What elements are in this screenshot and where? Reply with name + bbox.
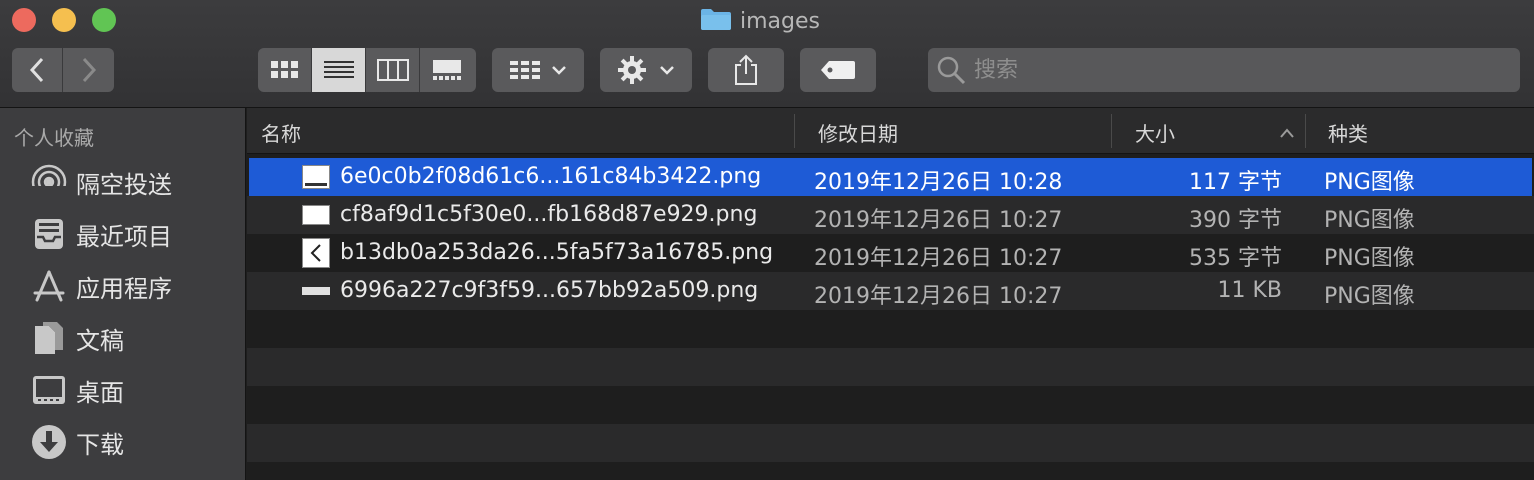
sidebar-item-documents[interactable]: 文稿 [30, 316, 124, 360]
sidebar-item-airdrop[interactable]: 隔空投送 [30, 160, 172, 204]
search-icon [937, 56, 966, 85]
forward-button[interactable] [63, 48, 114, 92]
zoom-window-button[interactable] [92, 8, 116, 32]
recents-icon [30, 215, 68, 253]
gallery-icon [433, 60, 461, 80]
file-kind: PNG图像 [1324, 170, 1415, 195]
empty-row [247, 462, 1534, 480]
file-date: 2019年12月26日 10:28 [814, 170, 1063, 195]
file-size: 11 KB [1217, 278, 1282, 303]
table-row[interactable]: cf8af9d1c5f30e0...fb168d87e929.png 2019年… [247, 196, 1534, 234]
png-file-icon [302, 165, 330, 189]
file-name: b13db0a253da26...5fa5f73a16785.png [340, 240, 774, 265]
sidebar-item-label: 应用程序 [76, 274, 172, 303]
sidebar-heading-favorites: 个人收藏 [14, 126, 94, 150]
sidebar-item-label: 下载 [76, 430, 124, 459]
empty-row [247, 348, 1534, 386]
file-date: 2019年12月26日 10:27 [814, 246, 1063, 271]
window-toolbar: images [0, 0, 1534, 108]
column-header-date[interactable]: 修改日期 [818, 118, 898, 147]
sidebar-item-label: 最近项目 [76, 222, 172, 251]
tags-button[interactable] [800, 48, 876, 92]
applications-icon [30, 267, 68, 305]
file-size: 390 字节 [1189, 208, 1282, 233]
gear-icon [618, 56, 646, 84]
file-kind: PNG图像 [1324, 208, 1415, 233]
png-file-icon [302, 287, 330, 295]
png-file-icon [302, 238, 330, 268]
file-name: 6e0c0b2f08d61c6...161c84b3422.png [340, 164, 762, 189]
sort-ascending-icon [1279, 124, 1295, 143]
empty-row [247, 424, 1534, 462]
search-input[interactable] [974, 57, 1494, 83]
file-kind: PNG图像 [1324, 284, 1415, 309]
gallery-view-button[interactable] [420, 48, 474, 92]
sidebar-item-downloads[interactable]: 下载 [30, 420, 124, 464]
chevron-down-icon [660, 66, 674, 75]
close-window-button[interactable] [12, 8, 36, 32]
column-divider[interactable] [1111, 114, 1112, 148]
column-divider[interactable] [794, 114, 795, 148]
empty-row [247, 386, 1534, 424]
sidebar-item-label: 文稿 [76, 326, 124, 355]
table-row[interactable]: 6996a227c9f3f59...657bb92a509.png 2019年1… [247, 272, 1534, 310]
back-button[interactable] [12, 48, 63, 92]
action-menu-button[interactable] [600, 48, 692, 92]
chevron-right-icon [82, 57, 96, 83]
downloads-icon [30, 423, 68, 461]
column-header: 名称 修改日期 大小 种类 [247, 108, 1534, 154]
file-size: 535 字节 [1189, 246, 1282, 271]
file-size: 117 字节 [1189, 170, 1282, 195]
grid-icon [270, 61, 298, 78]
view-mode-control [258, 48, 476, 92]
chevron-down-icon [552, 66, 566, 75]
search-field[interactable] [928, 48, 1520, 92]
share-icon [735, 54, 757, 85]
folder-icon [700, 7, 732, 35]
table-row[interactable]: 6e0c0b2f08d61c6...161c84b3422.png 2019年1… [249, 158, 1532, 196]
table-row[interactable]: b13db0a253da26...5fa5f73a16785.png 2019年… [247, 234, 1534, 272]
sidebar-item-applications[interactable]: 应用程序 [30, 264, 172, 308]
column-header-name[interactable]: 名称 [261, 118, 301, 147]
column-header-size[interactable]: 大小 [1135, 118, 1175, 147]
list-icon [323, 61, 354, 78]
documents-icon [30, 319, 68, 357]
share-button[interactable] [708, 48, 784, 92]
file-name: 6996a227c9f3f59...657bb92a509.png [340, 278, 759, 303]
group-by-button[interactable] [492, 48, 584, 92]
file-date: 2019年12月26日 10:27 [814, 208, 1063, 233]
png-file-icon [302, 205, 330, 225]
icon-view-button[interactable] [258, 48, 312, 92]
minimize-window-button[interactable] [52, 8, 76, 32]
sidebar-item-label: 隔空投送 [76, 170, 172, 199]
columns-icon [376, 59, 409, 81]
tag-icon [821, 61, 855, 79]
column-divider[interactable] [1305, 114, 1306, 148]
file-date: 2019年12月26日 10:27 [814, 284, 1063, 309]
sidebar-item-label: 桌面 [76, 378, 124, 407]
empty-row [247, 310, 1534, 348]
file-name: cf8af9d1c5f30e0...fb168d87e929.png [340, 202, 758, 227]
sidebar-item-desktop[interactable]: 桌面 [30, 368, 124, 412]
airdrop-icon [30, 163, 68, 201]
file-list: 名称 修改日期 大小 种类 6e0c0b2f08d61c6...161c84b3… [247, 108, 1534, 480]
nav-buttons [12, 48, 114, 92]
chevron-left-icon [29, 57, 44, 83]
file-kind: PNG图像 [1324, 246, 1415, 271]
sidebar-item-recents[interactable]: 最近项目 [30, 212, 172, 256]
group-grid-icon [510, 61, 540, 79]
window-title: images [700, 7, 820, 35]
list-view-button[interactable] [312, 48, 366, 92]
sidebar: 个人收藏 隔空投送 最近项目 应用程序 文稿 桌面 下载 [0, 108, 246, 480]
column-header-kind[interactable]: 种类 [1328, 118, 1368, 147]
column-view-button[interactable] [366, 48, 420, 92]
desktop-icon [30, 371, 68, 409]
window-title-text: images [740, 8, 820, 34]
